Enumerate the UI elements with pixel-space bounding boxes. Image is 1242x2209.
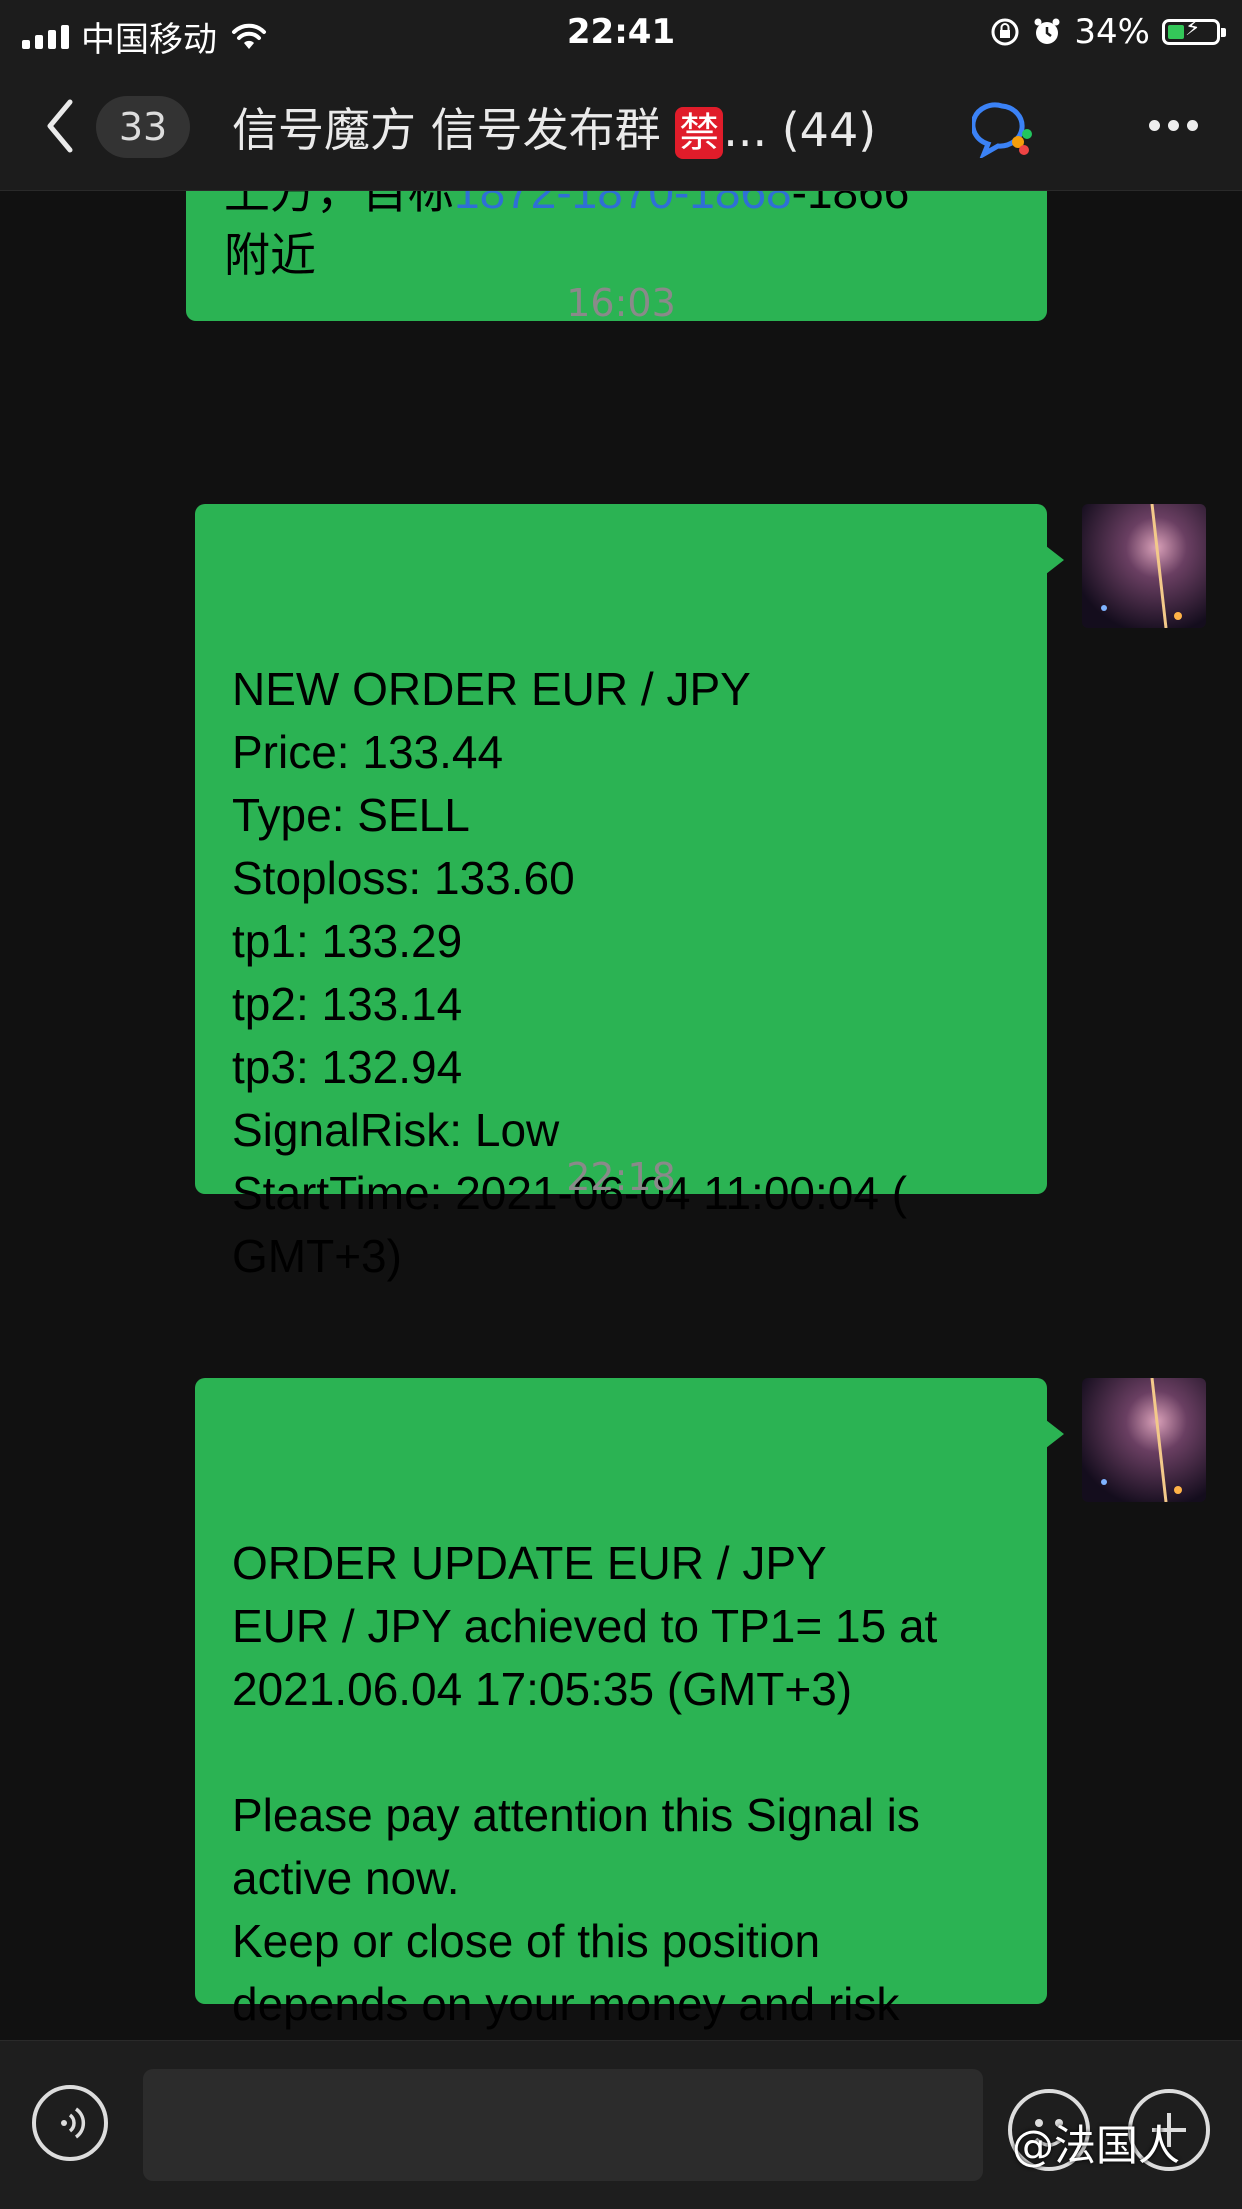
avatar[interactable] — [1082, 1378, 1206, 1502]
partial-text-prefix: 上方，目标 — [224, 191, 454, 218]
message-bubble-new-order[interactable]: NEW ORDER EUR / JPY Price: 133.44 Type: … — [195, 504, 1064, 1282]
watermark: @法国人 — [1012, 2121, 1181, 2170]
timestamp: 16:03 — [566, 281, 676, 325]
partial-text-link[interactable]: 1872-1870-1868 — [454, 191, 792, 218]
charging-bolt-icon: ⚡ — [1185, 16, 1201, 41]
message-bubble-order-update[interactable]: ORDER UPDATE EUR / JPY EUR / JPY achieve… — [195, 1378, 1064, 2030]
unread-count-badge[interactable]: 33 — [96, 96, 190, 158]
group-chat-icon[interactable] — [972, 100, 1034, 158]
more-icon[interactable] — [1149, 120, 1198, 131]
back-icon[interactable] — [44, 98, 74, 154]
chat-title[interactable]: 信号魔方 信号发布群 禁... (44) — [232, 94, 876, 160]
timestamp: 22:18 — [566, 1155, 676, 1199]
chat-title-suffix: ... (44) — [723, 103, 877, 157]
bubble-tail — [1046, 1420, 1064, 1448]
avatar-image — [1082, 1378, 1206, 1502]
avatar[interactable] — [1082, 504, 1206, 628]
alarm-icon — [1034, 18, 1060, 44]
battery-level — [1168, 25, 1184, 39]
rotation-lock-icon — [991, 18, 1019, 46]
avatar-image — [1082, 504, 1206, 628]
battery-icon: ⚡ — [1162, 16, 1226, 45]
status-right: 34% ⚡ — [990, 12, 1226, 52]
bubble-tail — [1046, 546, 1064, 574]
chat-title-text: 信号魔方 信号发布群 — [232, 103, 661, 157]
message-input[interactable] — [143, 2069, 983, 2181]
chat-header: 33 信号魔方 信号发布群 禁... (44) — [0, 64, 1242, 191]
message-list[interactable]: 上方，目标1872-1870-1868-1866 附近 16:03 NEW OR… — [0, 191, 1242, 2039]
voice-icon[interactable] — [32, 2085, 108, 2161]
forbidden-emoji: 禁 — [675, 107, 724, 159]
status-bar: 中国移动 22:41 34% ⚡ — [0, 0, 1242, 64]
battery-percent: 34% — [1074, 12, 1150, 52]
message-text: ORDER UPDATE EUR / JPY EUR / JPY achieve… — [232, 1537, 938, 2030]
